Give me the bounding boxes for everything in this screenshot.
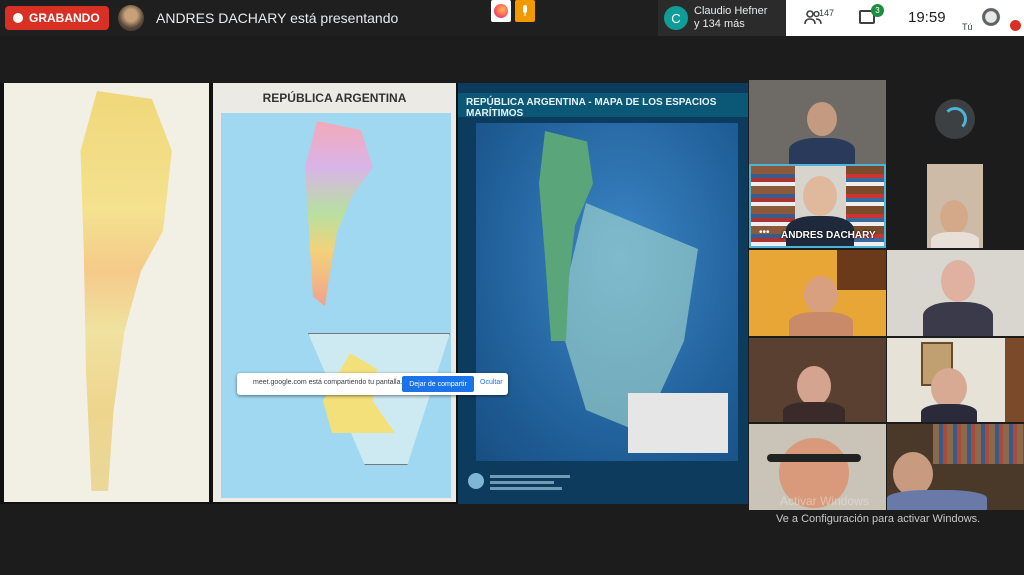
clock: 19:59 <box>908 9 946 26</box>
windows-watermark-text: Ve a Configuración para activar Windows. <box>776 513 981 525</box>
caller-avatar: C <box>664 6 688 30</box>
caller-more: y 134 más <box>694 18 745 30</box>
map-legend <box>628 393 728 453</box>
participant-tile[interactable] <box>887 164 1024 248</box>
republica-argentina-map: REPÚBLICA ARGENTINA <box>213 83 456 502</box>
map2-title: REPÚBLICA ARGENTINA <box>262 91 407 105</box>
windows-watermark-title: Activar Windows <box>780 494 869 508</box>
participant-tile[interactable] <box>749 80 886 164</box>
recording-indicator: GRABANDO <box>5 6 109 30</box>
participant-name: ANDRES DACHARY <box>781 230 876 241</box>
participant-tile[interactable] <box>749 250 886 336</box>
hide-button[interactable]: Ocultar <box>480 379 503 386</box>
participant-tile[interactable] <box>887 338 1024 422</box>
record-dot-icon <box>13 13 23 23</box>
stop-sharing-button[interactable]: Dejar de compartir <box>402 376 474 392</box>
microphone-icon[interactable] <box>515 0 535 22</box>
map3-title: REPÚBLICA ARGENTINA - MAPA DE LOS ESPACI… <box>466 97 717 119</box>
mic-off-icon <box>1010 20 1021 31</box>
participant-tile[interactable] <box>887 424 1024 510</box>
firefox-icon[interactable] <box>491 0 511 22</box>
chat-badge: 3 <box>871 4 884 17</box>
screen-share-popup: meet.google.com está compartiendo tu pan… <box>237 373 508 395</box>
top-bar: GRABANDO ANDRES DACHARY está presentando… <box>0 0 1024 36</box>
share-message: meet.google.com está compartiendo tu pan… <box>253 379 403 386</box>
political-map-argentina <box>4 83 209 502</box>
self-label: Tú <box>962 22 973 32</box>
active-speaker-chip[interactable]: C Claudio Hefner y 134 más <box>658 0 786 36</box>
map-footer <box>468 471 578 495</box>
caller-name: Claudio Hefner <box>694 5 768 17</box>
shared-screen: REPÚBLICA ARGENTINA REPÚBLICA ARGENTINA … <box>0 83 748 504</box>
presenter-text: ANDRES DACHARY está presentando <box>156 10 399 26</box>
people-count: 147 <box>819 8 835 18</box>
participant-tile[interactable] <box>887 250 1024 336</box>
presenter-avatar <box>118 5 144 31</box>
maritime-spaces-map: REPÚBLICA ARGENTINA - MAPA DE LOS ESPACI… <box>458 83 748 504</box>
institution-logo <box>468 473 484 489</box>
more-options-icon[interactable]: ••• <box>759 227 770 238</box>
participant-tile-featured[interactable]: ••• ANDRES DACHARY <box>749 164 886 248</box>
recording-label: GRABANDO <box>29 11 100 25</box>
meeting-controls-bar: 147 3 19:59 Tú <box>786 0 1024 36</box>
participant-tile[interactable] <box>749 338 886 422</box>
self-avatar[interactable] <box>980 6 1002 28</box>
audio-activity-indicator <box>935 99 975 139</box>
